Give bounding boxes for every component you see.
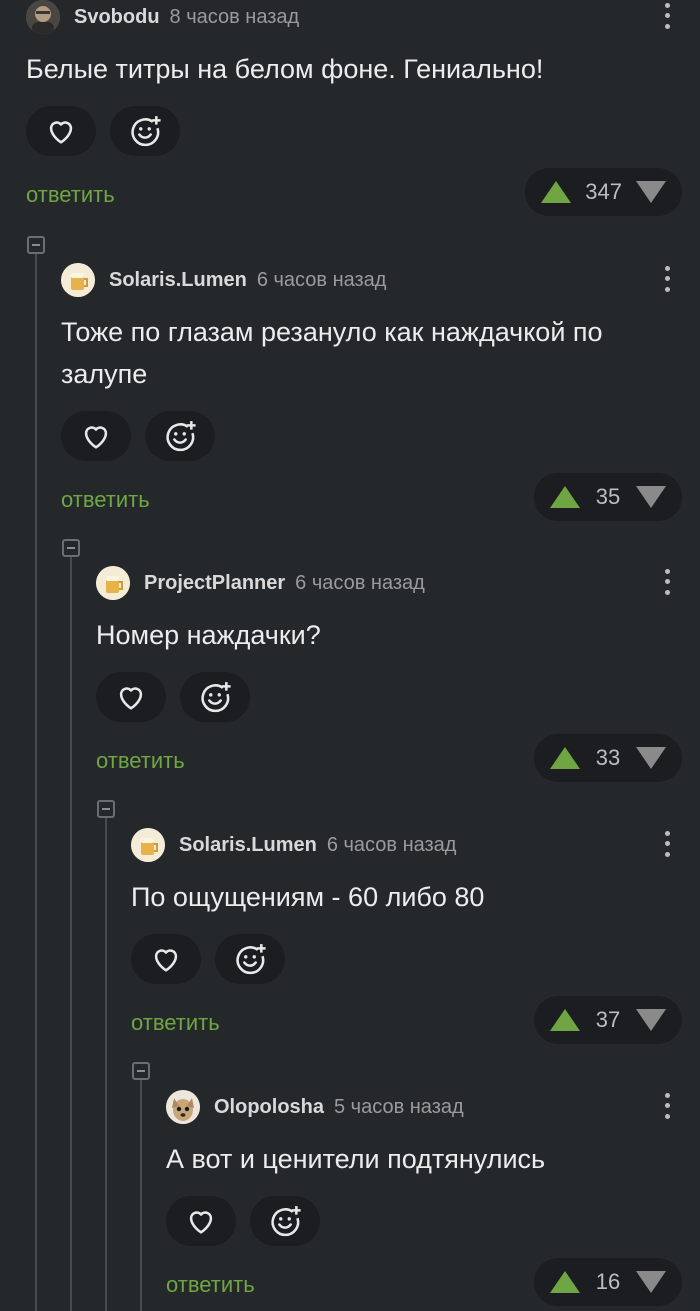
comment-text: Тоже по глазам резануло как наждачкой по… (61, 317, 603, 389)
comment-header: ProjectPlanner 6 часов назад (96, 564, 700, 604)
arrow-down-icon[interactable] (636, 1009, 666, 1031)
reply-link[interactable]: ответить (96, 748, 185, 774)
avatar[interactable] (96, 566, 130, 600)
author-name[interactable]: Solaris.Lumen 6 часов назад (179, 834, 456, 857)
more-vertical-icon[interactable] (660, 828, 674, 860)
comment-footer: ответить 35 (61, 473, 700, 521)
comment-header: Solaris.Lumen 6 часов назад (61, 261, 700, 301)
emoji-add-icon (201, 682, 231, 713)
score: 347 (585, 179, 622, 204)
author-name[interactable]: Solaris.Lumen 6 часов назад (109, 269, 386, 292)
arrow-down-icon[interactable] (636, 1271, 666, 1293)
arrow-down-icon[interactable] (636, 181, 666, 203)
like-button[interactable] (61, 411, 131, 461)
vote-widget: 347 (525, 168, 682, 216)
more-vertical-icon[interactable] (660, 0, 674, 32)
comment-text: Белые титры на белом фоне. Гениально! (26, 54, 544, 84)
thread-line-level-4 (140, 1080, 142, 1311)
reply-link[interactable]: ответить (26, 182, 115, 208)
avatar[interactable] (26, 0, 60, 34)
add-reaction-button[interactable] (145, 411, 215, 461)
thread-line-level-2 (70, 557, 72, 1311)
comment: Olopolosha 5 часов назад А вот и ценители… (166, 1088, 700, 1306)
vote-widget: 37 (534, 996, 682, 1044)
more-vertical-icon[interactable] (660, 566, 674, 598)
timestamp: 8 часов назад (169, 6, 300, 28)
collapse-thread-icon[interactable] (62, 539, 80, 557)
add-reaction-button[interactable] (215, 934, 285, 984)
reaction-bar (166, 1196, 700, 1246)
comment: Solaris.Lumen 6 часов назад Тоже по глаза… (61, 261, 700, 521)
emoji-add-icon (131, 116, 161, 147)
score: 16 (595, 1269, 621, 1294)
arrow-up-icon[interactable] (550, 486, 580, 508)
reaction-bar (61, 411, 700, 461)
comment: Svobodu 8 часов назад Белые титры на бело… (26, 0, 700, 216)
emoji-add-icon (236, 944, 266, 975)
comment: ProjectPlanner 6 часов назад Номер наждач… (96, 564, 700, 782)
comment: Solaris.Lumen 6 часов назад По ощущениям … (131, 826, 700, 1044)
like-button[interactable] (131, 934, 201, 984)
more-vertical-icon[interactable] (660, 1090, 674, 1122)
score: 33 (595, 745, 621, 770)
emoji-add-icon (271, 1206, 301, 1237)
emoji-add-icon (166, 421, 196, 452)
reply-link[interactable]: ответить (166, 1272, 255, 1298)
score: 37 (595, 1007, 621, 1032)
avatar[interactable] (166, 1090, 200, 1124)
vote-widget: 35 (534, 473, 682, 521)
comment-footer: ответить 16 (166, 1258, 700, 1306)
author-name[interactable]: ProjectPlanner 6 часов назад (144, 572, 425, 595)
comment-footer: ответить 347 (26, 168, 700, 216)
comment-header: Olopolosha 5 часов назад (166, 1088, 700, 1128)
heart-icon (189, 1211, 213, 1234)
comment-footer: ответить 33 (96, 734, 700, 782)
add-reaction-button[interactable] (180, 672, 250, 722)
add-reaction-button[interactable] (250, 1196, 320, 1246)
collapse-thread-icon[interactable] (97, 800, 115, 818)
avatar[interactable] (61, 263, 95, 297)
like-button[interactable] (96, 672, 166, 722)
score: 35 (595, 484, 621, 509)
avatar[interactable] (131, 828, 165, 862)
arrow-up-icon[interactable] (550, 1009, 580, 1031)
timestamp: 6 часов назад (256, 269, 387, 291)
timestamp: 6 часов назад (326, 834, 457, 856)
comment-text: А вот и ценители подтянулись (166, 1144, 546, 1174)
reaction-bar (96, 672, 700, 722)
arrow-up-icon[interactable] (550, 747, 580, 769)
heart-icon (84, 426, 108, 449)
heart-icon (119, 687, 143, 710)
comment-text: Номер наждачки? (96, 620, 321, 650)
timestamp: 6 часов назад (295, 572, 425, 594)
arrow-down-icon[interactable] (636, 486, 666, 508)
arrow-down-icon[interactable] (636, 747, 666, 769)
like-button[interactable] (166, 1196, 236, 1246)
more-vertical-icon[interactable] (660, 263, 674, 295)
collapse-thread-icon[interactable] (27, 236, 45, 254)
comment-header: Svobodu 8 часов назад (26, 0, 700, 38)
vote-widget: 16 (534, 1258, 682, 1306)
thread-line-level-1 (35, 254, 37, 1311)
add-reaction-button[interactable] (110, 106, 180, 156)
vote-widget: 33 (534, 734, 682, 782)
comment-footer: ответить 37 (131, 996, 700, 1044)
heart-icon (154, 949, 178, 972)
like-button[interactable] (26, 106, 96, 156)
thread-line-level-3 (105, 818, 107, 1311)
author-name[interactable]: Svobodu 8 часов назад (74, 6, 299, 29)
comment-header: Solaris.Lumen 6 часов назад (131, 826, 700, 866)
reaction-bar (26, 106, 700, 156)
collapse-thread-icon[interactable] (132, 1062, 150, 1080)
timestamp: 5 часов назад (334, 1096, 464, 1118)
reaction-bar (131, 934, 700, 984)
arrow-up-icon[interactable] (541, 181, 572, 203)
comment-text: По ощущениям - 60 либо 80 (131, 882, 485, 912)
reply-link[interactable]: ответить (131, 1010, 220, 1036)
arrow-up-icon[interactable] (550, 1271, 580, 1293)
author-name[interactable]: Olopolosha 5 часов назад (214, 1096, 464, 1119)
reply-link[interactable]: ответить (61, 487, 150, 513)
heart-icon (49, 121, 73, 144)
